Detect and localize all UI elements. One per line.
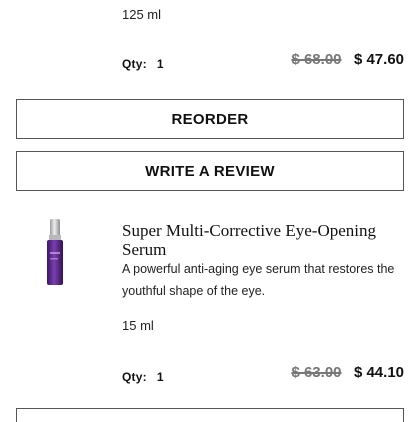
reorder-button[interactable]: REORDER: [16, 99, 404, 139]
qty-label: Qty:: [122, 370, 147, 384]
write-review-button[interactable]: WRITE A REVIEW: [16, 151, 404, 191]
original-price: $ 68.00: [291, 51, 342, 68]
original-price: $ 63.00: [291, 364, 342, 381]
product-image[interactable]: [42, 218, 68, 288]
sale-price: $ 44.10: [353, 364, 404, 381]
qty-value: 1: [156, 370, 164, 384]
qty-value: 1: [156, 57, 164, 71]
item-2-price: $ 63.00 $ 44.10: [291, 364, 404, 382]
item-2-size: 15 ml: [122, 318, 154, 333]
qty-label: Qty:: [122, 57, 147, 71]
sale-price: $ 47.60: [353, 51, 404, 68]
item-2-quantity: Qty: 1: [122, 370, 164, 384]
item-2-title[interactable]: Super Multi-Corrective Eye-Opening Serum: [122, 221, 407, 259]
item-1-price: $ 68.00 $ 47.60: [291, 51, 404, 69]
item-1-size: 125 ml: [122, 7, 162, 22]
item-2-description: A powerful anti-aging eye serum that res…: [122, 262, 395, 298]
item-1-quantity: Qty: 1: [122, 57, 164, 71]
serum-bottle-icon: [47, 219, 63, 285]
